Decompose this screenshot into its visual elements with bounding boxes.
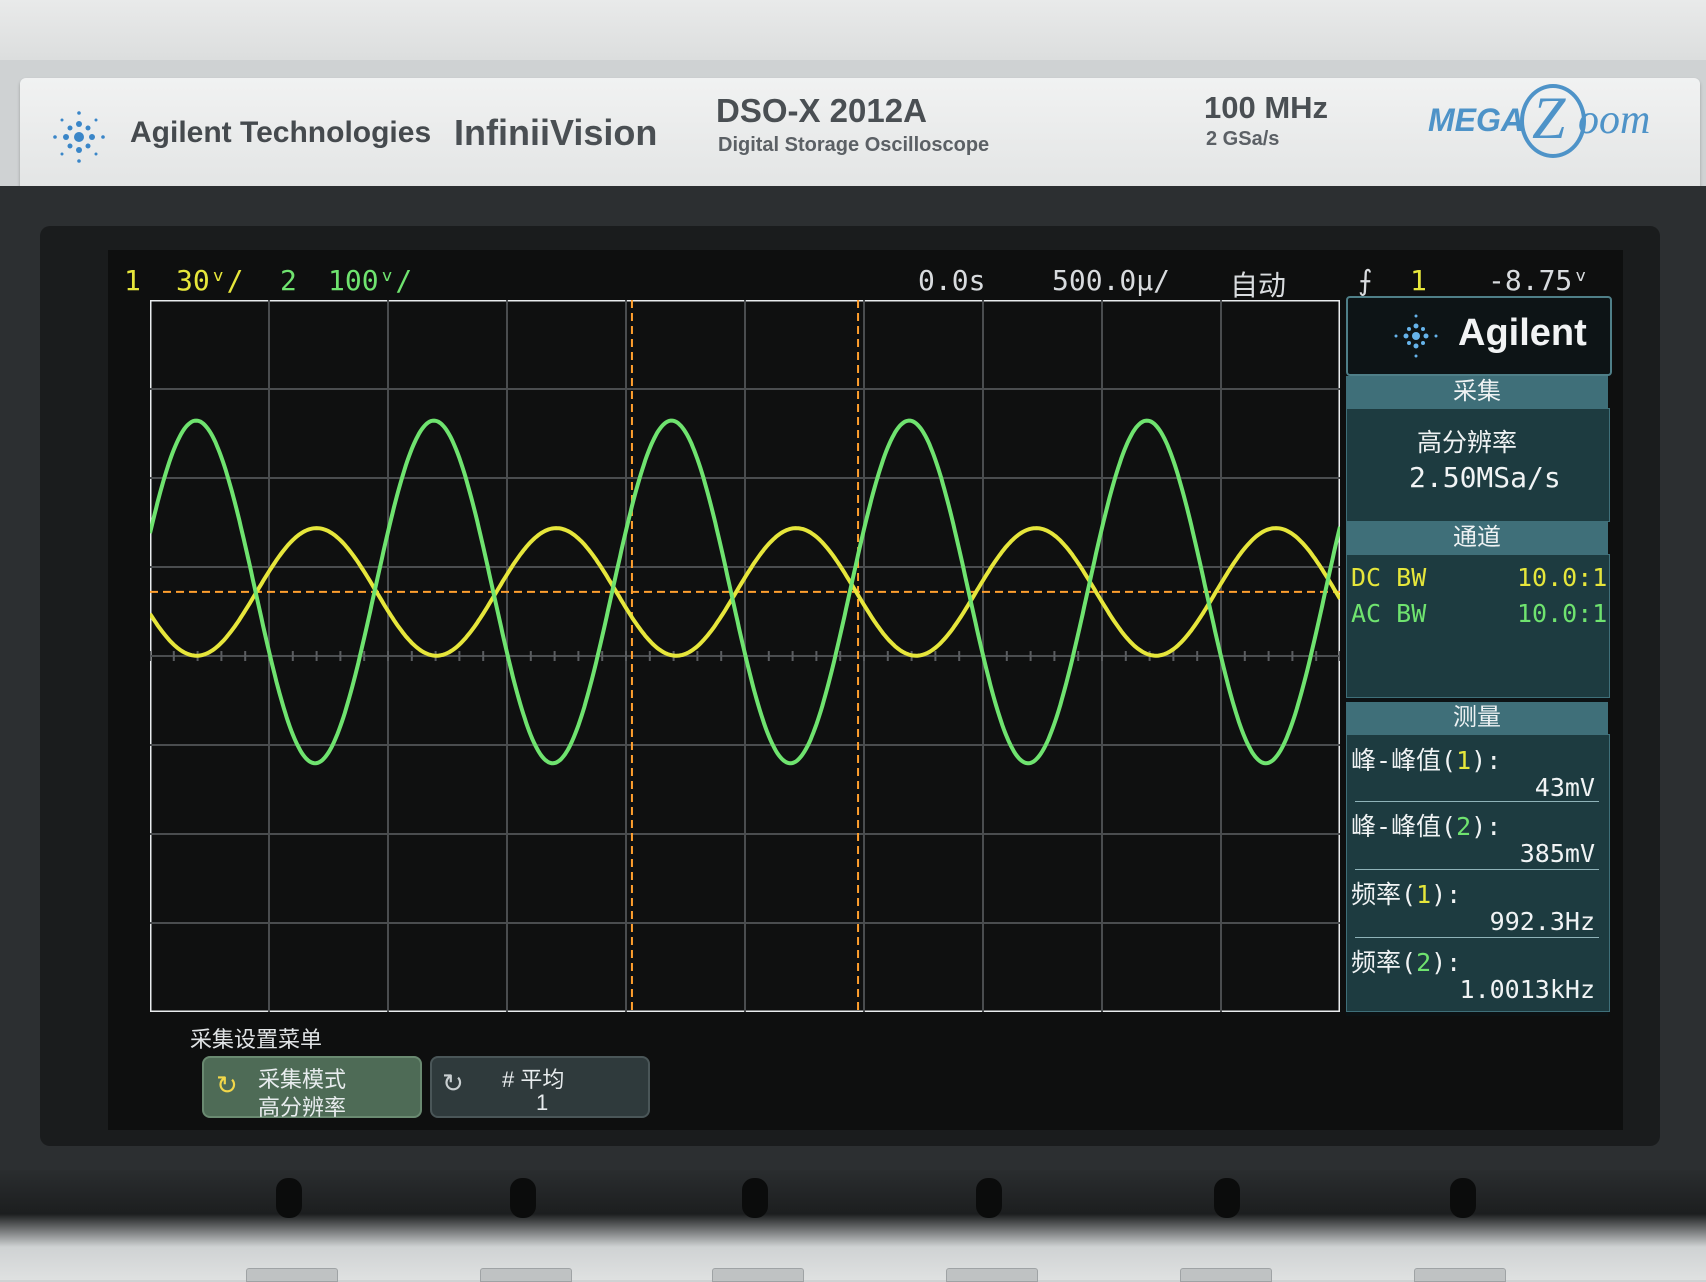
measure-label-4-text: 频率( [1351, 948, 1417, 977]
measure-value-4: 1.0013kHz [1459, 975, 1595, 1004]
channel-section: DC BW 10.0:1 AC BW 10.0:1 [1346, 554, 1610, 698]
ch2-probe: 10.0:1 [1517, 599, 1608, 628]
measure-label-2: 峰-峰值(2): [1351, 807, 1501, 843]
softkey-1[interactable] [276, 1178, 302, 1218]
acquire-mode-softkey[interactable]: ↻ 采集模式 高分辨率 [202, 1056, 422, 1120]
trigger-source[interactable]: 1 [1410, 264, 1427, 297]
measure-section: 峰-峰值(1): 43mV 峰-峰值(2): 385mV 频率(1): 992.… [1346, 734, 1610, 1012]
acquire-section: 高分辨率 2.50MSa/s [1346, 408, 1610, 522]
softkey-5[interactable] [1214, 1178, 1240, 1218]
waveform-display[interactable] [150, 300, 1340, 1012]
acquire-rate: 2.50MSa/s [1409, 461, 1561, 494]
ch1-coupling: DC BW [1351, 563, 1427, 592]
softkey-6[interactable] [1450, 1178, 1476, 1218]
measure-label-1-suffix: ): [1471, 746, 1502, 775]
product-series: InfiniiVision [454, 112, 658, 153]
measure-value-1: 43mV [1534, 773, 1595, 802]
measure-label-2-suffix: ): [1471, 812, 1502, 841]
bandwidth-spec: 100 MHz [1204, 90, 1329, 125]
instrument-top [0, 0, 1706, 60]
ch1-number[interactable]: 1 [124, 264, 141, 297]
status-bar: 1 30ᵛ/ 2 100ᵛ/ 0.0s 500.0µ/ 自动 ⨍ 1 -8.75… [108, 250, 1623, 302]
agilent-brand-box: Agilent [1346, 296, 1612, 376]
acquire-mode: 高分辨率 [1417, 428, 1518, 457]
agilent-spark-icon [53, 111, 105, 163]
trigger-level[interactable]: -8.75ᵛ [1488, 264, 1589, 297]
trigger-edge-icon: ⨍ [1358, 264, 1373, 297]
measure-divider [1355, 937, 1599, 938]
trigger-mode[interactable]: 自动 [1230, 264, 1286, 304]
company-name: Agilent Technologies [130, 116, 432, 149]
acquire-menu-title: 采集设置菜单 [190, 1027, 323, 1052]
info-side-panel: Agilent 采集 高分辨率 2.50MSa/s 通道 DC BW 10.0:… [1346, 296, 1612, 1016]
measure-label-2-text: 峰-峰值( [1351, 812, 1457, 841]
measure-label-1-text: 峰-峰值( [1351, 746, 1457, 775]
softkey-2[interactable] [510, 1178, 536, 1218]
rotate-icon: ↻ [216, 1070, 238, 1100]
measure-label-4-suffix: ): [1431, 948, 1462, 977]
measure-value-2: 385mV [1519, 839, 1595, 868]
measure-label-3-text: 频率( [1351, 880, 1417, 909]
waveform-canvas [150, 300, 1340, 1012]
averages-softkey[interactable]: ↻ # 平均 1 [430, 1056, 650, 1118]
model-subtitle: Digital Storage Oscilloscope [718, 134, 990, 156]
measure-label-3: 频率(1): [1351, 875, 1461, 911]
ch2-coupling: AC BW [1351, 599, 1427, 628]
measure-label-4: 频率(2): [1351, 943, 1461, 979]
megazoom-z: Z [1532, 85, 1566, 151]
agilent-spark-icon [1394, 314, 1438, 358]
ch1-probe: 10.0:1 [1517, 563, 1608, 592]
time-delay[interactable]: 0.0s [918, 264, 985, 297]
ch2-number[interactable]: 2 [280, 264, 297, 297]
model-number: DSO-X 2012A [716, 92, 927, 129]
measure-label-1: 峰-峰值(1): [1351, 741, 1501, 777]
ch2-scale[interactable]: 100ᵛ/ [328, 264, 412, 297]
megazoom-mega: MEGA [1428, 102, 1524, 138]
measure-divider [1355, 801, 1599, 802]
agilent-brand-name: Agilent [1458, 312, 1587, 354]
softkey-3[interactable] [742, 1178, 768, 1218]
time-scale[interactable]: 500.0µ/ [1052, 264, 1170, 297]
measure-label-4-ch: 2 [1416, 948, 1432, 977]
measure-value-3: 992.3Hz [1489, 907, 1595, 936]
acquire-section-header[interactable]: 采集 [1346, 376, 1608, 408]
sample-rate-spec: 2 GSa/s [1206, 128, 1280, 150]
megazoom-logo: MEGA Z oom [1428, 84, 1668, 158]
ch1-scale[interactable]: 30ᵛ/ [176, 264, 243, 297]
acquire-mode-value: 高分辨率 [258, 1095, 347, 1120]
averages-label: # 平均 [502, 1067, 565, 1092]
averages-value: 1 [536, 1090, 549, 1115]
measure-label-1-ch: 1 [1456, 746, 1472, 775]
megazoom-rest: oom [1578, 97, 1651, 143]
softkey-4[interactable] [976, 1178, 1002, 1218]
measure-label-2-ch: 2 [1456, 812, 1472, 841]
channel-section-header[interactable]: 通道 [1346, 522, 1608, 554]
measure-divider [1355, 869, 1599, 870]
measure-section-header[interactable]: 测量 [1346, 702, 1608, 734]
measure-label-3-suffix: ): [1431, 880, 1462, 909]
measure-label-3-ch: 1 [1416, 880, 1432, 909]
rotate-icon: ↻ [442, 1068, 464, 1098]
